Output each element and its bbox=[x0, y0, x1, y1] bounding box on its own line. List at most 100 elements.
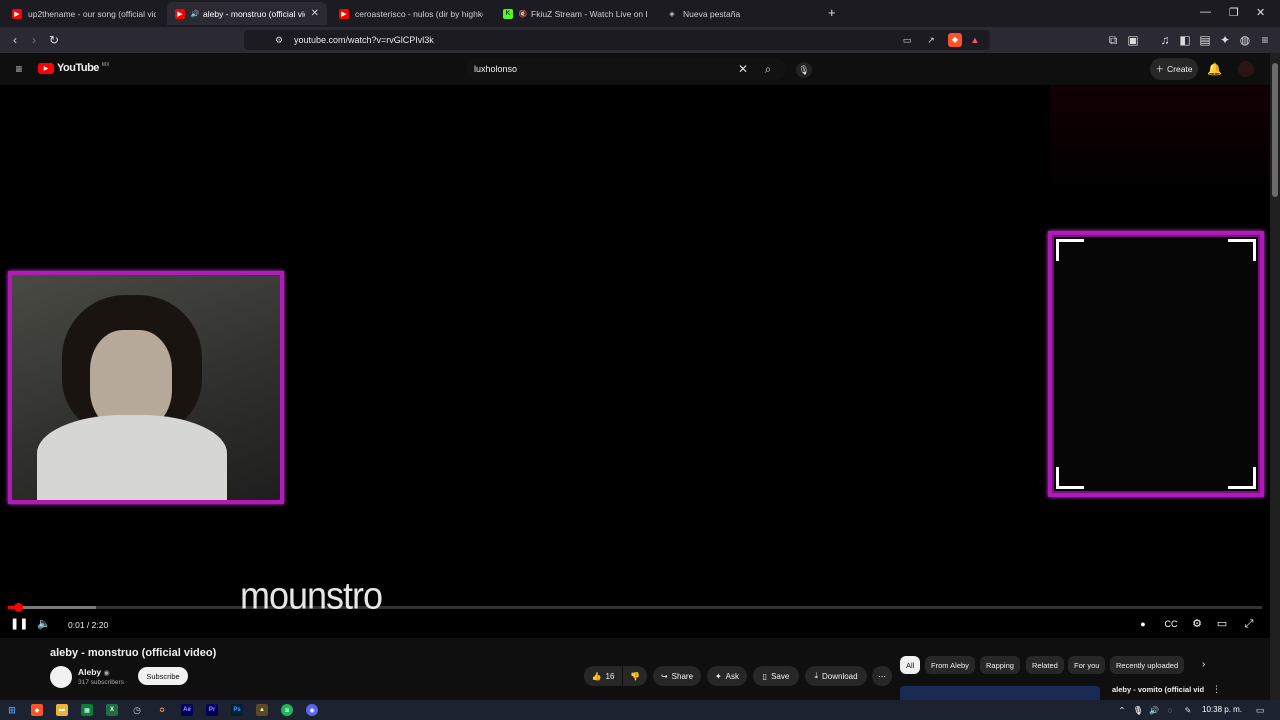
create-button[interactable]: ＋ Create bbox=[1150, 58, 1198, 80]
recommendation-thumbnail[interactable] bbox=[900, 686, 1100, 700]
minimize-icon[interactable]: — bbox=[1200, 6, 1211, 18]
tab-3[interactable]: K 🔇 FkiuZ Stream - Watch Live on Kic bbox=[495, 2, 655, 25]
scrubber-handle[interactable] bbox=[14, 603, 24, 612]
forward-icon[interactable]: › bbox=[27, 33, 41, 47]
close-window-icon[interactable]: ✕ bbox=[1256, 6, 1265, 19]
wallet-card-icon[interactable]: ▤ bbox=[1198, 33, 1212, 47]
pen-icon[interactable]: ✎ bbox=[1182, 704, 1194, 716]
channel-name[interactable]: Aleby ◉ bbox=[78, 667, 110, 677]
back-icon[interactable]: ‹ bbox=[8, 33, 22, 47]
extensions-icon[interactable]: ⧉ bbox=[1106, 33, 1120, 47]
share-icon[interactable]: ↗ bbox=[924, 33, 938, 47]
microphone-icon[interactable]: 🎙 bbox=[1132, 704, 1144, 716]
site-settings-icon[interactable]: ⚙ bbox=[272, 33, 286, 47]
blender-icon[interactable]: ✪ bbox=[156, 704, 168, 716]
new-tab-button[interactable]: + bbox=[828, 5, 836, 20]
brave-taskbar-icon[interactable]: ◆ bbox=[31, 704, 43, 716]
music-icon[interactable]: ♫ bbox=[1158, 33, 1172, 47]
like-button[interactable]: 👍 16 bbox=[584, 666, 622, 686]
chip-recently-uploaded[interactable]: Recently uploaded bbox=[1110, 656, 1185, 674]
theater-mode-icon[interactable]: ▭ bbox=[1215, 617, 1229, 631]
menu-icon[interactable]: ≡ bbox=[1258, 33, 1272, 47]
frame-corner bbox=[1056, 467, 1084, 489]
subscribe-button[interactable]: Subscribe bbox=[138, 667, 188, 685]
leo-icon[interactable]: ✦ bbox=[1218, 33, 1232, 47]
restore-icon[interactable]: ❐ bbox=[1229, 6, 1239, 19]
notification-center-icon[interactable]: ▭ bbox=[1254, 704, 1266, 716]
file-explorer-icon[interactable]: ▬ bbox=[56, 704, 68, 716]
photoshop-icon[interactable]: Ps bbox=[231, 704, 243, 716]
search-icon[interactable]: ⌕ bbox=[761, 62, 775, 76]
youtube-header: ≡ ▶ YouTube MX luxholonso ✕ ⌕ 🎙 ＋ Create… bbox=[0, 53, 1270, 85]
network-icon[interactable]: ◌ bbox=[1164, 704, 1176, 716]
voice-search-icon[interactable]: 🎙 bbox=[796, 62, 812, 78]
discord-icon[interactable]: ◉ bbox=[306, 704, 318, 716]
tab-4[interactable]: ◈ Nueva pestaña bbox=[659, 2, 819, 25]
page-scrollbar[interactable] bbox=[1270, 53, 1280, 700]
save-button[interactable]: ▯ Save bbox=[753, 666, 799, 686]
close-icon[interactable]: ✕ bbox=[311, 8, 319, 19]
video-player[interactable]: mounstro ❚❚ 🔈 0:01 / 2:20 ● CC ⚙ ▭ ⤢ bbox=[0, 85, 1270, 638]
tab-2[interactable]: ▶ ceroasterisco - nulos (dir by highkey bbox=[331, 2, 491, 25]
sidebar-icon[interactable]: ◧ bbox=[1178, 33, 1192, 47]
tab-title: FkiuZ Stream - Watch Live on Kic bbox=[531, 8, 647, 19]
volume-tray-icon[interactable]: 🔊 bbox=[1148, 704, 1160, 716]
save-label: Save bbox=[771, 671, 790, 681]
recommendation-title[interactable]: aleby - vomito (official video) bbox=[1112, 685, 1204, 694]
after-effects-icon[interactable]: Ae bbox=[181, 704, 193, 716]
cast-icon[interactable]: ▭ bbox=[900, 33, 914, 47]
scrollbar-thumb[interactable] bbox=[1272, 63, 1278, 197]
progress-bar[interactable] bbox=[8, 603, 1262, 612]
reload-icon[interactable]: ↻ bbox=[47, 33, 61, 47]
account-avatar[interactable] bbox=[1238, 61, 1254, 77]
settings-gear-icon[interactable]: ⚙ bbox=[1190, 617, 1204, 631]
dislike-button[interactable]: 👎 bbox=[623, 666, 647, 686]
more-actions-button[interactable]: ⋯ bbox=[872, 666, 892, 686]
pause-icon[interactable]: ❚❚ bbox=[10, 617, 28, 631]
chip-for-you[interactable]: For you bbox=[1068, 656, 1106, 674]
clock-app-icon[interactable]: ◷ bbox=[131, 704, 143, 716]
download-button[interactable]: ⤓ Download bbox=[805, 666, 867, 686]
volume-icon[interactable]: 🔈 bbox=[37, 617, 51, 631]
youtube-icon: ▶ bbox=[339, 8, 349, 19]
tab-1[interactable]: ▶ 🔊 aleby - monstruo (official vide ✕ bbox=[167, 2, 327, 25]
more-vertical-icon[interactable]: ⋮ bbox=[1212, 684, 1221, 695]
chip-related[interactable]: Related bbox=[1026, 656, 1064, 674]
tab-title: Nueva pestaña bbox=[683, 8, 741, 19]
speaker-icon[interactable]: 🔊 bbox=[191, 9, 200, 19]
share-button[interactable]: ↪ Share bbox=[653, 666, 701, 686]
chip-rapping[interactable]: Rapping bbox=[980, 656, 1020, 674]
clear-search-icon[interactable]: ✕ bbox=[736, 62, 750, 76]
spreadsheet-icon[interactable]: ▦ bbox=[81, 704, 93, 716]
chevron-right-icon[interactable]: › bbox=[1202, 659, 1205, 670]
chip-from-aleby[interactable]: From Aleby bbox=[925, 656, 975, 674]
video-details: aleby - monstruo (official video) Aleby … bbox=[0, 638, 1270, 700]
app-icon[interactable]: ▲ bbox=[256, 704, 268, 716]
ask-button[interactable]: ✦ Ask bbox=[707, 666, 747, 686]
hamburger-menu-icon[interactable]: ≡ bbox=[12, 62, 26, 76]
address-bar[interactable]: ⚙ youtube.com/watch?v=rvGlCPIvl3k ▭ ↗ ◆ … bbox=[244, 30, 990, 50]
brave-shields-icon[interactable]: ◆ bbox=[948, 33, 962, 47]
browser-tab-strip: ▶ up2thename - our song (official vide ▶… bbox=[0, 0, 1280, 27]
channel-avatar[interactable] bbox=[50, 666, 72, 688]
wallet-icon[interactable]: ▣ bbox=[1126, 33, 1140, 47]
muted-speaker-icon[interactable]: 🔇 bbox=[519, 9, 528, 19]
chip-all[interactable]: All bbox=[900, 656, 921, 674]
brave-rewards-icon[interactable]: ▲ bbox=[968, 33, 982, 47]
captions-icon[interactable]: CC bbox=[1164, 617, 1178, 631]
excel-icon[interactable]: X bbox=[106, 704, 118, 716]
vpn-icon[interactable]: ◍ bbox=[1238, 33, 1252, 47]
notifications-bell-icon[interactable]: 🔔 bbox=[1207, 62, 1222, 76]
tray-chevron-icon[interactable]: ⌃ bbox=[1116, 704, 1128, 716]
thumbs-down-icon: 👎 bbox=[630, 671, 640, 681]
plus-icon: ＋ bbox=[1155, 64, 1164, 74]
taskbar-clock[interactable]: 10:38 p. m. bbox=[1202, 705, 1242, 714]
tab-0[interactable]: ▶ up2thename - our song (official vide bbox=[4, 2, 164, 25]
autoplay-toggle-icon[interactable]: ● bbox=[1136, 617, 1150, 631]
premiere-icon[interactable]: Pr bbox=[206, 704, 218, 716]
windows-start-icon[interactable]: ⊞ bbox=[6, 704, 18, 716]
fullscreen-icon[interactable]: ⤢ bbox=[1242, 617, 1256, 631]
spotify-icon[interactable]: ≋ bbox=[281, 704, 293, 716]
youtube-logo[interactable]: ▶ YouTube MX bbox=[38, 62, 109, 74]
search-input[interactable]: luxholonso ✕ ⌕ bbox=[466, 58, 786, 80]
